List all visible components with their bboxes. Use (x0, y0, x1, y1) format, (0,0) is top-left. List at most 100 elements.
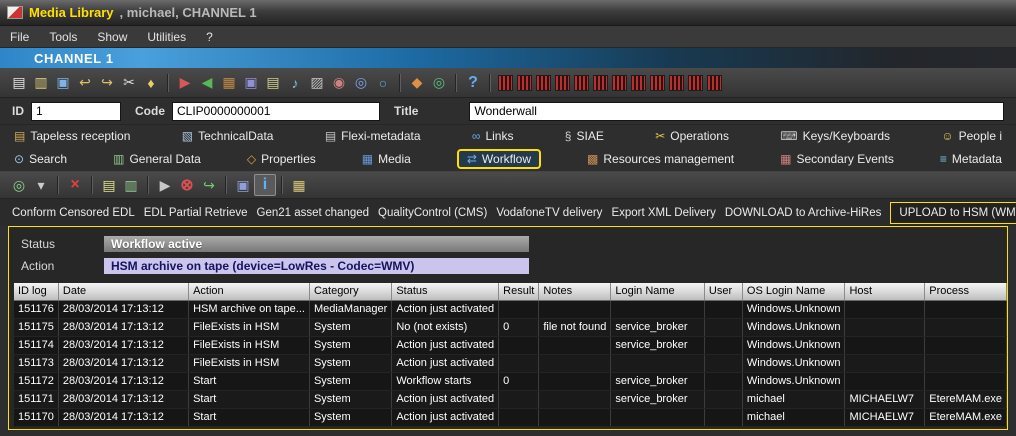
log-row-151174[interactable]: 15117428/03/2014 17:13:12FileExists in H… (14, 336, 1007, 354)
tab-secondary-events[interactable]: ▦Secondary Events (780, 152, 894, 166)
cell (539, 408, 611, 426)
timeline-marker-icon[interactable] (688, 75, 703, 91)
column-header-login-name[interactable]: Login Name (611, 283, 705, 300)
report-icon[interactable]: ▤ (98, 174, 120, 196)
workflow-tab-download-to-archive-hires[interactable]: DOWNLOAD to Archive-HiRes (725, 207, 882, 219)
open-clip-icon[interactable]: ▥ (30, 72, 52, 94)
tv-icon[interactable]: ▣ (240, 72, 262, 94)
timeline-marker-icon[interactable] (650, 75, 665, 91)
log-row-151173[interactable]: 15117328/03/2014 17:13:12FileExists in H… (14, 354, 1007, 372)
timeline-marker-icon[interactable] (612, 75, 627, 91)
cell (704, 408, 742, 426)
timeline-marker-icon[interactable] (574, 75, 589, 91)
disk-icon[interactable]: ◎ (350, 72, 372, 94)
tab-metadata[interactable]: ≡Metadata (940, 152, 1002, 166)
code-input[interactable] (172, 102, 380, 121)
clapper-icon[interactable]: ▨ (306, 72, 328, 94)
tab-search[interactable]: ⊙Search (14, 152, 67, 166)
stop-icon[interactable]: ⊗ (176, 174, 198, 196)
resume-icon[interactable]: ↪ (198, 174, 220, 196)
timeline-marker-icon[interactable] (593, 75, 608, 91)
timeline-marker-icon[interactable] (498, 75, 513, 91)
menu-item-show[interactable]: Show (97, 30, 127, 44)
timeline-marker-icon[interactable] (536, 75, 551, 91)
save-icon[interactable]: ▣ (52, 72, 74, 94)
tab-properties[interactable]: ◇Properties (247, 152, 316, 166)
menu-item-utilities[interactable]: Utilities (147, 30, 186, 44)
menu-item-file[interactable]: File (10, 30, 29, 44)
workflow-tab-qualitycontrol-cms[interactable]: QualityControl (CMS) (378, 207, 487, 219)
timeline-marker-icon[interactable] (517, 75, 532, 91)
column-header-user[interactable]: User (704, 283, 742, 300)
tab-general-data[interactable]: ▥General Data (113, 152, 201, 166)
world-icon[interactable]: ◎ (428, 72, 450, 94)
delete-workflow-icon[interactable]: × (64, 174, 86, 196)
copy-page-icon[interactable]: ▤ (262, 72, 284, 94)
log-sheet-icon[interactable]: ▥ (120, 174, 142, 196)
tab-links[interactable]: ∞Links (472, 129, 514, 143)
tab-operations[interactable]: ✂Operations (655, 129, 729, 143)
new-clip-icon[interactable]: ▤ (8, 72, 30, 94)
tab-tapeless-reception[interactable]: ▤Tapeless reception (14, 129, 130, 143)
tab-people-i[interactable]: ☺People i (941, 129, 1002, 143)
log-row-151175[interactable]: 15117528/03/2014 17:13:12FileExists in H… (14, 318, 1007, 336)
workflow-tab-edl-partial-retrieve[interactable]: EDL Partial Retrieve (144, 207, 248, 219)
column-header-notes[interactable]: Notes (539, 283, 611, 300)
id-input[interactable] (31, 102, 121, 121)
undo-icon[interactable]: ↩ (74, 72, 96, 94)
column-header-date[interactable]: Date (58, 283, 188, 300)
camera-icon[interactable]: ◉ (328, 72, 350, 94)
column-header-host[interactable]: Host (845, 283, 925, 300)
column-header-process[interactable]: Process (925, 283, 1007, 300)
workflow-tab-export-xml-delivery[interactable]: Export XML Delivery (611, 207, 715, 219)
column-header-category[interactable]: Category (309, 283, 391, 300)
import-video-icon[interactable]: ◀ (196, 72, 218, 94)
workflow-tab-upload-to-hsm-wmv[interactable]: UPLOAD to HSM (WMV) (890, 202, 1016, 224)
toolbar-separator (225, 176, 227, 194)
column-header-status[interactable]: Status (392, 283, 499, 300)
tab-workflow[interactable]: ⇄Workflow (457, 149, 541, 169)
keys-icon[interactable]: ♦ (140, 72, 162, 94)
export-video-icon[interactable]: ▶ (174, 72, 196, 94)
timeline-marker-icon[interactable] (555, 75, 570, 91)
tab-siae[interactable]: §SIAE (565, 129, 604, 143)
info-icon[interactable]: i (254, 174, 276, 196)
filmstrip-icon[interactable]: ▦ (218, 72, 240, 94)
title-input[interactable] (469, 102, 1004, 121)
menu-item-help[interactable]: ? (206, 30, 213, 44)
audio-icon[interactable]: ♪ (284, 72, 306, 94)
column-header-os-login-name[interactable]: OS Login Name (742, 283, 845, 300)
cut-icon[interactable]: ✂ (118, 72, 140, 94)
tab-keys-keyboards[interactable]: ⌨Keys/Keyboards (780, 129, 890, 143)
timeline-marker-icon[interactable] (669, 75, 684, 91)
context-help-icon[interactable]: ? (462, 72, 484, 94)
menu-item-tools[interactable]: Tools (49, 30, 77, 44)
tab-technicaldata[interactable]: ▧TechnicalData (182, 129, 274, 143)
cell (845, 318, 925, 336)
timeline-marker-icon[interactable] (707, 75, 722, 91)
column-header-result[interactable]: Result (499, 283, 539, 300)
play-icon[interactable]: ▶ (154, 174, 176, 196)
column-header-id-log[interactable]: ID log (14, 283, 58, 300)
log-row-151172[interactable]: 15117228/03/2014 17:13:12StartSystemWork… (14, 372, 1007, 390)
settings-icon[interactable]: ◆ (406, 72, 428, 94)
workflow-tab-gen21-asset-changed[interactable]: Gen21 asset changed (257, 207, 370, 219)
column-header-action[interactable]: Action (189, 283, 310, 300)
run-options-dropdown-icon[interactable]: ▾ (30, 174, 52, 196)
tab-flexi-metadata[interactable]: ▤Flexi-metadata (325, 129, 421, 143)
workflow-tab-vodafonetv-delivery[interactable]: VodafoneTV delivery (496, 207, 602, 219)
log-row-151171[interactable]: 15117128/03/2014 17:13:12StartSystemActi… (14, 390, 1007, 408)
workflow-tab-conform-censored-edl[interactable]: Conform Censored EDL (12, 207, 135, 219)
archive-folder-icon[interactable]: ▦ (288, 174, 310, 196)
tab-resources-management[interactable]: ▩Resources management (587, 152, 734, 166)
run-workflow-icon[interactable]: ◎ (8, 174, 30, 196)
tab-label: Resources management (603, 152, 734, 166)
redo-icon[interactable]: ↪ (96, 72, 118, 94)
monitor-icon[interactable]: ▣ (232, 174, 254, 196)
log-row-151176[interactable]: 15117628/03/2014 17:13:12HSM archive on … (14, 300, 1007, 318)
timeline-marker-icon[interactable] (631, 75, 646, 91)
log-row-151170[interactable]: 15117028/03/2014 17:13:12StartSystemActi… (14, 408, 1007, 426)
tab-media[interactable]: ▦Media (362, 152, 411, 166)
globe-icon[interactable]: ○ (372, 72, 394, 94)
media-icon: ▦ (362, 152, 373, 166)
